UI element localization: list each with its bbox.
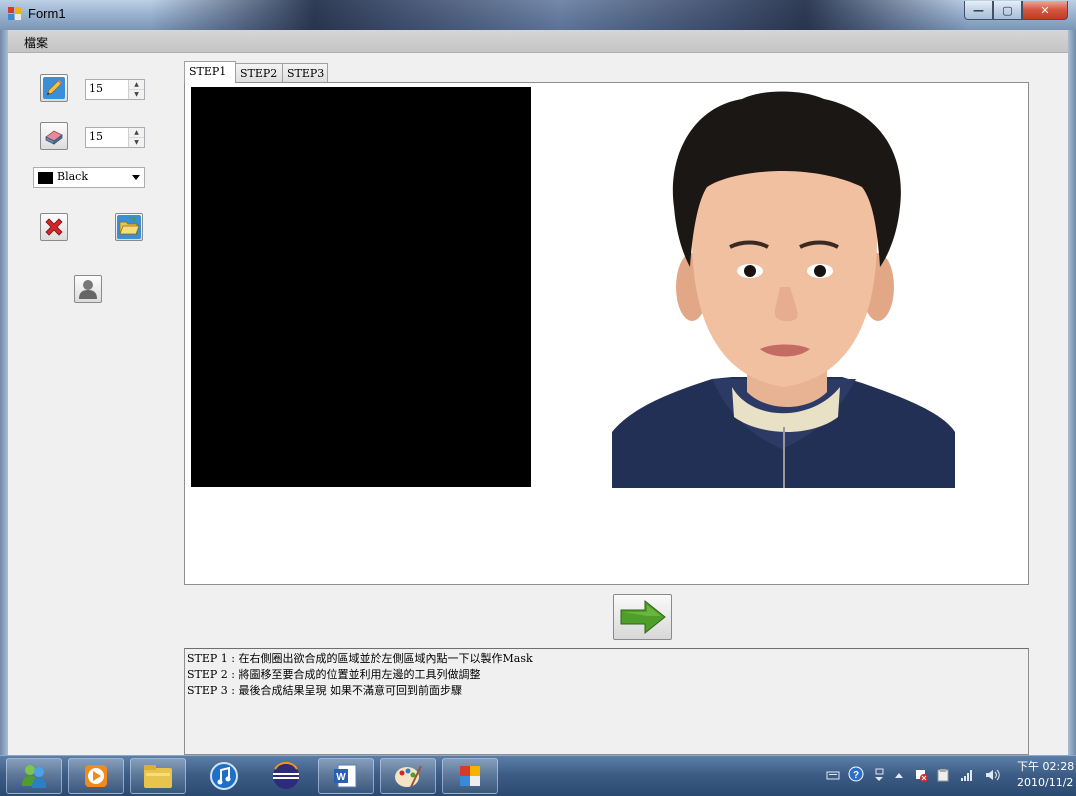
close-button[interactable]: ✕ bbox=[1022, 1, 1068, 20]
tab-step3[interactable]: STEP3 bbox=[282, 63, 328, 82]
action-center-flag-icon[interactable] bbox=[914, 768, 928, 782]
eraser-size-value: 15 bbox=[89, 130, 103, 143]
clock-time: 下午 02:28 bbox=[1017, 760, 1075, 773]
clipboard-icon[interactable] bbox=[936, 768, 950, 782]
color-swatch bbox=[38, 172, 53, 184]
keyboard-icon[interactable] bbox=[826, 768, 840, 782]
window-border-right bbox=[1068, 30, 1076, 755]
instruction-step1: STEP 1 : 在右側圈出欲合成的區域並於左側區域內點一下以製作Mask bbox=[187, 652, 533, 665]
taskbar-form-app[interactable] bbox=[442, 758, 498, 794]
color-dropdown-value: Black bbox=[57, 170, 88, 183]
restore-small-icon[interactable] bbox=[872, 768, 886, 782]
menu-bar: 檔案 bbox=[8, 30, 1068, 53]
taskbar: W ? 下午 02:28 2010/11/2 bbox=[0, 755, 1076, 796]
tab-step1[interactable]: STEP1 bbox=[184, 61, 236, 83]
pen-size-value: 15 bbox=[89, 82, 103, 95]
form-client-area: 檔案 15 ▲ ▼ 15 ▲ ▼ Black STEP1 STEP2 STEP3… bbox=[8, 30, 1068, 755]
taskbar-explorer[interactable] bbox=[130, 758, 186, 794]
file-explorer-icon bbox=[144, 765, 172, 788]
taskbar-paint[interactable] bbox=[380, 758, 436, 794]
pen-size-down-arrow[interactable]: ▼ bbox=[129, 90, 144, 99]
taskbar-eclipse[interactable] bbox=[258, 758, 314, 794]
green-arrow-right-icon bbox=[620, 599, 666, 635]
taskbar-media-player[interactable] bbox=[68, 758, 124, 794]
form-app-icon bbox=[460, 766, 480, 786]
tab-step2[interactable]: STEP2 bbox=[235, 63, 283, 82]
clear-button[interactable] bbox=[40, 213, 68, 241]
person-icon bbox=[79, 280, 97, 299]
app-icon[interactable] bbox=[8, 7, 22, 21]
instructions-textbox[interactable]: STEP 1 : 在右側圈出欲合成的區域並於左側區域內點一下以製作Mask ST… bbox=[184, 648, 1029, 755]
person-button[interactable] bbox=[74, 275, 102, 303]
svg-text:?: ? bbox=[853, 770, 859, 781]
eraser-size-down-arrow[interactable]: ▼ bbox=[129, 138, 144, 147]
tab-panel-step1 bbox=[184, 82, 1029, 585]
help-icon[interactable]: ? bbox=[848, 766, 864, 782]
taskbar-itunes[interactable] bbox=[196, 758, 252, 794]
instruction-step2: STEP 2 : 將圖移至要合成的位置並利用左邊的工具列做調整 bbox=[187, 668, 481, 681]
color-dropdown[interactable]: Black bbox=[33, 167, 145, 188]
eraser-size-up-arrow[interactable]: ▲ bbox=[129, 128, 144, 138]
maximize-button[interactable]: ▢ bbox=[993, 1, 1022, 20]
eraser-button[interactable] bbox=[40, 122, 68, 150]
volume-icon[interactable] bbox=[984, 768, 1002, 782]
window-title: Form1 bbox=[28, 6, 66, 21]
network-signal-icon[interactable] bbox=[960, 768, 974, 782]
wallpaper-strip bbox=[150, 0, 970, 30]
media-player-icon bbox=[85, 765, 107, 787]
instruction-step3: STEP 3 : 最後合成結果呈現 如果不滿意可回到前面步驟 bbox=[187, 684, 462, 697]
pen-button[interactable] bbox=[40, 74, 68, 102]
window-border-left bbox=[0, 30, 8, 755]
chevron-down-icon bbox=[132, 175, 140, 180]
minimize-button[interactable]: — bbox=[964, 1, 993, 20]
boy-portrait-image bbox=[612, 87, 955, 488]
title-bar[interactable]: Form1 — ▢ ✕ bbox=[0, 0, 1076, 30]
pen-size-up-arrow[interactable]: ▲ bbox=[129, 80, 144, 90]
taskbar-word[interactable]: W bbox=[318, 758, 374, 794]
word-icon: W bbox=[334, 764, 357, 788]
windows-live-messenger-icon bbox=[22, 765, 46, 788]
paint-icon bbox=[395, 765, 422, 788]
taskbar-clock[interactable]: 下午 02:28 2010/11/2 bbox=[1017, 759, 1074, 791]
pencil-icon bbox=[43, 77, 65, 99]
menu-file[interactable]: 檔案 bbox=[18, 33, 54, 52]
eraser-icon bbox=[45, 130, 63, 145]
red-x-icon bbox=[45, 218, 63, 236]
open-file-button[interactable] bbox=[115, 213, 143, 241]
pen-size-stepper[interactable]: 15 ▲ ▼ bbox=[85, 79, 145, 100]
svg-text:W: W bbox=[336, 772, 346, 783]
clock-date: 2010/11/2 bbox=[1017, 776, 1074, 789]
mask-canvas[interactable] bbox=[191, 87, 531, 487]
eraser-size-stepper[interactable]: 15 ▲ ▼ bbox=[85, 127, 145, 148]
show-hidden-icons-arrow[interactable] bbox=[892, 768, 906, 782]
eclipse-icon bbox=[273, 762, 299, 789]
itunes-icon bbox=[210, 762, 238, 790]
source-photo[interactable] bbox=[612, 87, 955, 488]
next-step-button[interactable] bbox=[613, 594, 672, 640]
open-folder-icon bbox=[117, 215, 141, 239]
taskbar-messenger[interactable] bbox=[6, 758, 62, 794]
